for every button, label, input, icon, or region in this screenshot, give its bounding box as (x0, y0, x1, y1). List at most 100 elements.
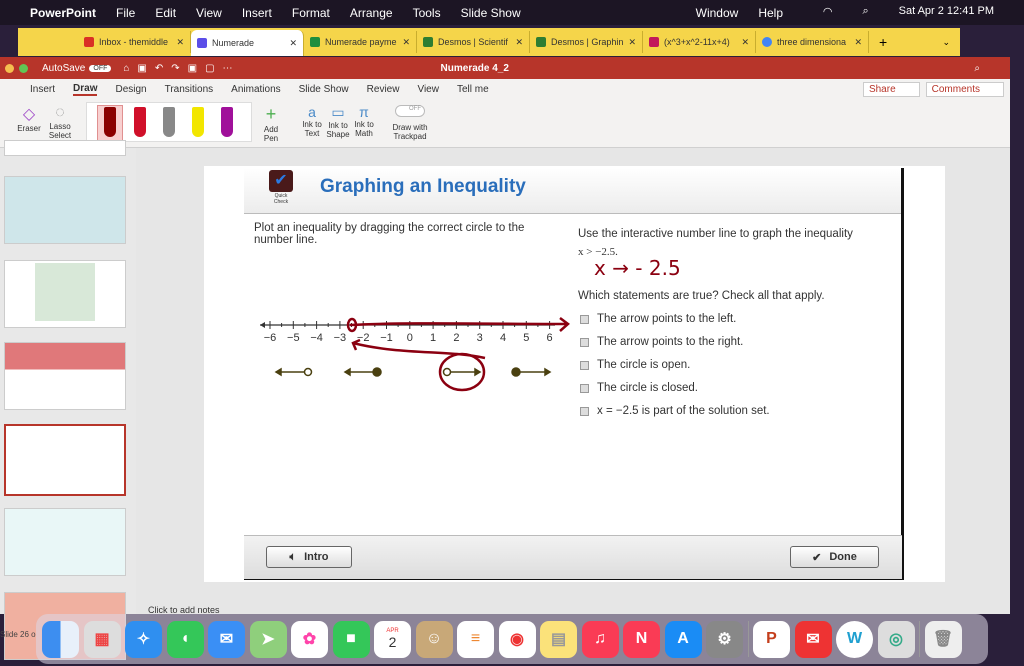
statement-option[interactable]: The arrow points to the right. (580, 336, 743, 348)
messages-icon[interactable]: ◖ (166, 620, 204, 658)
right-ray-open-circle[interactable] (442, 367, 482, 377)
maps-icon[interactable]: ➤ (249, 620, 287, 658)
browser-tab[interactable]: Desmos | Graphin ✕ (530, 31, 643, 53)
notes-icon[interactable]: ▤ (540, 620, 577, 658)
tab-review[interactable]: Review (367, 84, 400, 95)
trash-icon[interactable]: 🗑︎ (924, 620, 962, 658)
menu-slideshow[interactable]: Slide Show (461, 6, 521, 20)
photos-icon[interactable]: ✿ (291, 620, 328, 658)
menu-window[interactable]: Window (696, 6, 739, 20)
menu-format[interactable]: Format (292, 6, 330, 20)
pen-red[interactable] (134, 107, 146, 137)
search-icon[interactable]: ⌕ (862, 5, 868, 18)
statement-option[interactable]: x = −2.5 is part of the solution set. (580, 405, 770, 417)
browser-tab[interactable]: Numerade payme ✕ (304, 31, 417, 53)
chrome-icon[interactable]: ◉ (498, 620, 536, 658)
statement-option[interactable]: The circle is closed. (580, 382, 698, 394)
close-icon[interactable]: ✕ (176, 37, 184, 48)
menu-insert[interactable]: Insert (242, 6, 272, 20)
intro-button[interactable]: 🔈︎ Intro (266, 546, 352, 568)
checkbox[interactable] (580, 360, 589, 370)
slide-thumbnail-panel[interactable]: Slide 26 o (0, 140, 136, 660)
news-icon[interactable]: N (623, 620, 660, 658)
slide-thumbnail[interactable] (4, 342, 126, 410)
menu-view[interactable]: View (196, 6, 222, 20)
chevron-down-icon[interactable]: ⌄ (942, 37, 950, 48)
comments-button[interactable]: Comments (925, 81, 1004, 97)
eraser-button[interactable]: ◇ Eraser (14, 104, 44, 133)
statement-option[interactable]: The arrow points to the left. (580, 313, 736, 325)
checkbox[interactable] (580, 337, 589, 347)
menu-app[interactable]: PowerPoint (30, 6, 96, 20)
safari-icon[interactable]: ✧ (125, 620, 162, 658)
left-ray-open-circle[interactable] (274, 367, 313, 377)
calendar-icon[interactable]: APR 2 (374, 620, 411, 658)
music-icon[interactable]: ♫ (581, 620, 619, 658)
launchpad-icon[interactable]: ▦ (83, 620, 121, 658)
browser-tab[interactable]: Desmos | Scientif ✕ (417, 31, 530, 53)
slide-thumbnail-current[interactable] (4, 424, 126, 496)
autosave-toggle[interactable]: OFF (89, 64, 112, 72)
draw-with-trackpad-toggle[interactable]: OFF Draw with Trackpad (390, 105, 430, 141)
menu-tools[interactable]: Tools (413, 6, 441, 20)
menu-file[interactable]: File (116, 6, 135, 20)
pen-gray[interactable] (163, 107, 175, 137)
quick-access-icons[interactable]: ⌂▣↶↷▣▢⋯ (123, 63, 240, 74)
checkbox[interactable] (580, 314, 589, 324)
done-button[interactable]: ✔ Done (790, 546, 879, 568)
checkbox[interactable] (580, 383, 589, 393)
mail-icon[interactable]: ✉ (208, 620, 245, 658)
browser-tab[interactable]: Inbox - themiddle ✕ (78, 31, 191, 53)
browser-tab-active[interactable]: Numerade ✕ (191, 30, 304, 56)
search-icon[interactable]: ⌕ (974, 63, 980, 74)
tab-transitions[interactable]: Transitions (165, 84, 214, 95)
close-icon[interactable]: ✕ (628, 37, 636, 48)
facetime-icon[interactable]: ■ (332, 620, 370, 658)
lasso-select-button[interactable]: ◌ Lasso Select (46, 104, 74, 140)
new-tab-button[interactable]: + (879, 34, 887, 50)
tab-insert[interactable]: Insert (30, 84, 55, 95)
ink-to-shape-button[interactable]: ▭ Ink to Shape (326, 104, 350, 139)
minimize-button[interactable] (5, 63, 14, 73)
finder-icon[interactable] (42, 620, 79, 658)
statement-option[interactable]: The circle is open. (580, 359, 690, 371)
add-pen-button[interactable]: + Add Pen (256, 104, 286, 143)
close-icon[interactable]: ✕ (854, 37, 862, 48)
pen-purple[interactable] (221, 107, 233, 137)
menu-edit[interactable]: Edit (155, 6, 176, 20)
numerade-app-icon[interactable]: W (836, 620, 873, 658)
preview-icon[interactable]: ◎ (877, 620, 915, 658)
zoom-button[interactable] (19, 63, 28, 73)
browser-tab[interactable]: (x^3+x^2-11x+4) ✕ (643, 31, 756, 53)
pen-dark-red[interactable] (104, 107, 116, 137)
mail-app-icon[interactable]: ✉ (794, 620, 832, 658)
menu-arrange[interactable]: Arrange (350, 6, 393, 20)
close-icon[interactable]: ✕ (289, 38, 297, 49)
wifi-icon[interactable]: ◠ (823, 5, 833, 18)
right-ray-closed-circle[interactable] (511, 367, 552, 377)
datetime[interactable]: Sat Apr 2 12:41 PM (899, 5, 994, 18)
checkbox[interactable] (580, 406, 589, 416)
contacts-icon[interactable]: ☺ (415, 620, 453, 658)
menu-help[interactable]: Help (758, 6, 783, 20)
number-line-widget[interactable]: −6 −5 −4 −3 −2 −1 0 1 2 3 4 5 6 (250, 310, 580, 400)
tell-me[interactable]: Tell me (457, 84, 489, 95)
slide-thumbnail[interactable] (4, 140, 126, 156)
close-icon[interactable]: ✕ (515, 37, 523, 48)
close-icon[interactable]: ✕ (402, 37, 410, 48)
slide-thumbnail[interactable] (4, 260, 126, 328)
system-preferences-icon[interactable]: ⚙ (706, 620, 743, 658)
highlighter-yellow[interactable] (192, 107, 204, 137)
tab-design[interactable]: Design (115, 84, 146, 95)
tab-animations[interactable]: Animations (231, 84, 280, 95)
browser-tab[interactable]: three dimensiona ✕ (756, 31, 869, 53)
slide-thumbnail[interactable] (4, 508, 126, 576)
reminders-icon[interactable]: ≡ (457, 620, 494, 658)
app-store-icon[interactable]: A (664, 620, 702, 658)
tab-slide-show[interactable]: Slide Show (299, 84, 349, 95)
close-icon[interactable]: ✕ (741, 37, 749, 48)
share-button[interactable]: Share (862, 81, 920, 97)
toggle-switch[interactable]: OFF (395, 105, 425, 117)
tab-draw[interactable]: Draw (73, 83, 98, 96)
slide-thumbnail[interactable] (4, 176, 126, 244)
